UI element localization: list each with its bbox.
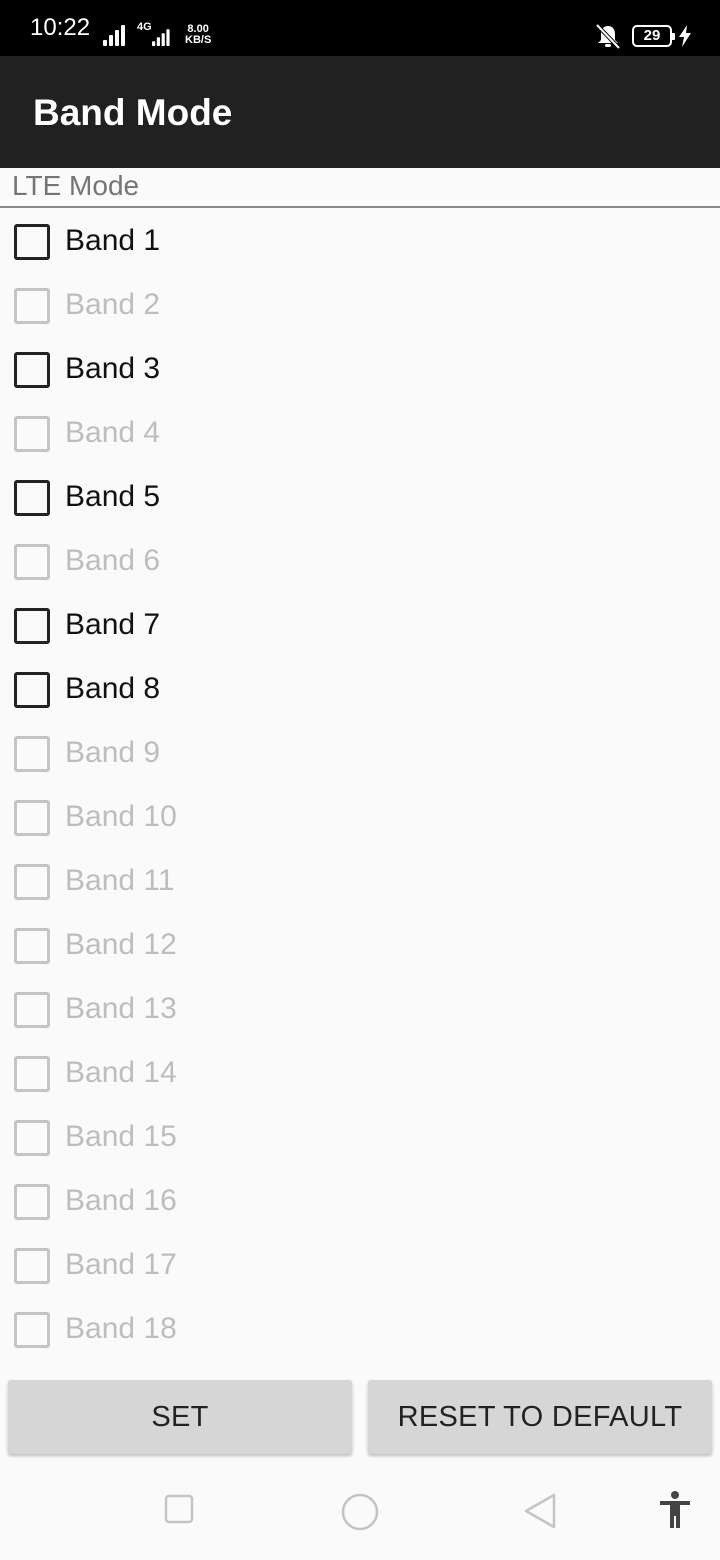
band-item: Band 18 [0,1298,720,1362]
band-checkbox[interactable] [14,352,50,388]
band-item: Band 14 [0,1042,720,1106]
band-label: Band 5 [65,480,161,513]
band-item: Band 17 [0,1234,720,1298]
band-checkbox[interactable] [14,608,50,644]
charging-icon [679,25,691,47]
accessibility-icon[interactable] [656,1490,694,1530]
mobile-data-icon [152,27,173,46]
reset-to-default-button[interactable]: RESET TO DEFAULT [368,1380,712,1454]
mute-icon [595,23,621,50]
band-checkbox [14,800,50,836]
band-checkbox [14,736,50,772]
speed-unit: KB/S [185,34,212,46]
network-type-label: 4G [137,21,152,33]
band-checkbox[interactable] [14,480,50,516]
app-bar: Band Mode [0,56,720,168]
divider [0,206,720,208]
band-item: Band 6 [0,530,720,594]
band-checkbox [14,928,50,964]
section-label-lte-mode: LTE Mode [12,170,140,201]
band-label: Band 17 [65,1248,177,1281]
band-checkbox [14,416,50,452]
band-checkbox [14,864,50,900]
band-item: Band 15 [0,1106,720,1170]
band-label: Band 18 [65,1312,177,1345]
band-label: Band 7 [65,608,161,641]
band-label: Band 12 [65,928,177,961]
band-item: Band 11 [0,850,720,914]
band-item[interactable]: Band 1 [0,210,720,274]
status-bar: 10:22 4G 8.00 KB/S 29 [0,0,720,56]
status-time: 10:22 [30,14,91,41]
back-triangle-icon[interactable] [522,1492,558,1530]
band-item: Band 2 [0,274,720,338]
navigation-bar [0,1468,720,1560]
home-circle-icon[interactable] [340,1492,380,1532]
band-label: Band 8 [65,672,161,705]
band-label: Band 10 [65,800,177,833]
band-item: Band 9 [0,722,720,786]
band-label: Band 13 [65,992,177,1025]
band-checkbox [14,1056,50,1092]
band-checkbox [14,992,50,1028]
band-checkbox[interactable] [14,224,50,260]
band-label: Band 11 [65,864,175,897]
band-checkbox [14,1120,50,1156]
band-label: Band 6 [65,544,161,577]
battery-icon: 29 [632,25,675,47]
network-speed: 8.00 KB/S [185,24,211,46]
set-button[interactable]: SET [8,1380,352,1454]
band-checkbox [14,1312,50,1348]
band-checkbox [14,288,50,324]
band-label: Band 16 [65,1184,177,1217]
band-label: Band 15 [65,1120,177,1153]
battery-level: 29 [643,27,661,44]
band-checkbox[interactable] [14,672,50,708]
band-checkbox [14,544,50,580]
page-title: Band Mode [33,92,233,133]
band-label: Band 2 [65,288,161,321]
band-item: Band 16 [0,1170,720,1234]
band-item: Band 4 [0,402,720,466]
band-label: Band 1 [65,224,161,257]
band-label: Band 3 [65,352,161,385]
band-list: Band 1 Band 2 Band 3 Band 4 Band 5 Band 6 Band… [0,210,720,1362]
band-checkbox [14,1184,50,1220]
band-label: Band 4 [65,416,161,449]
band-label: Band 9 [65,736,161,769]
recents-square-icon[interactable] [163,1493,195,1525]
band-label: Band 14 [65,1056,177,1089]
band-item[interactable]: Band 7 [0,594,720,658]
band-checkbox [14,1248,50,1284]
band-item[interactable]: Band 5 [0,466,720,530]
band-item[interactable]: Band 8 [0,658,720,722]
band-item: Band 12 [0,914,720,978]
band-item: Band 10 [0,786,720,850]
signal-icon [103,22,129,46]
band-item[interactable]: Band 3 [0,338,720,402]
band-item: Band 13 [0,978,720,1042]
